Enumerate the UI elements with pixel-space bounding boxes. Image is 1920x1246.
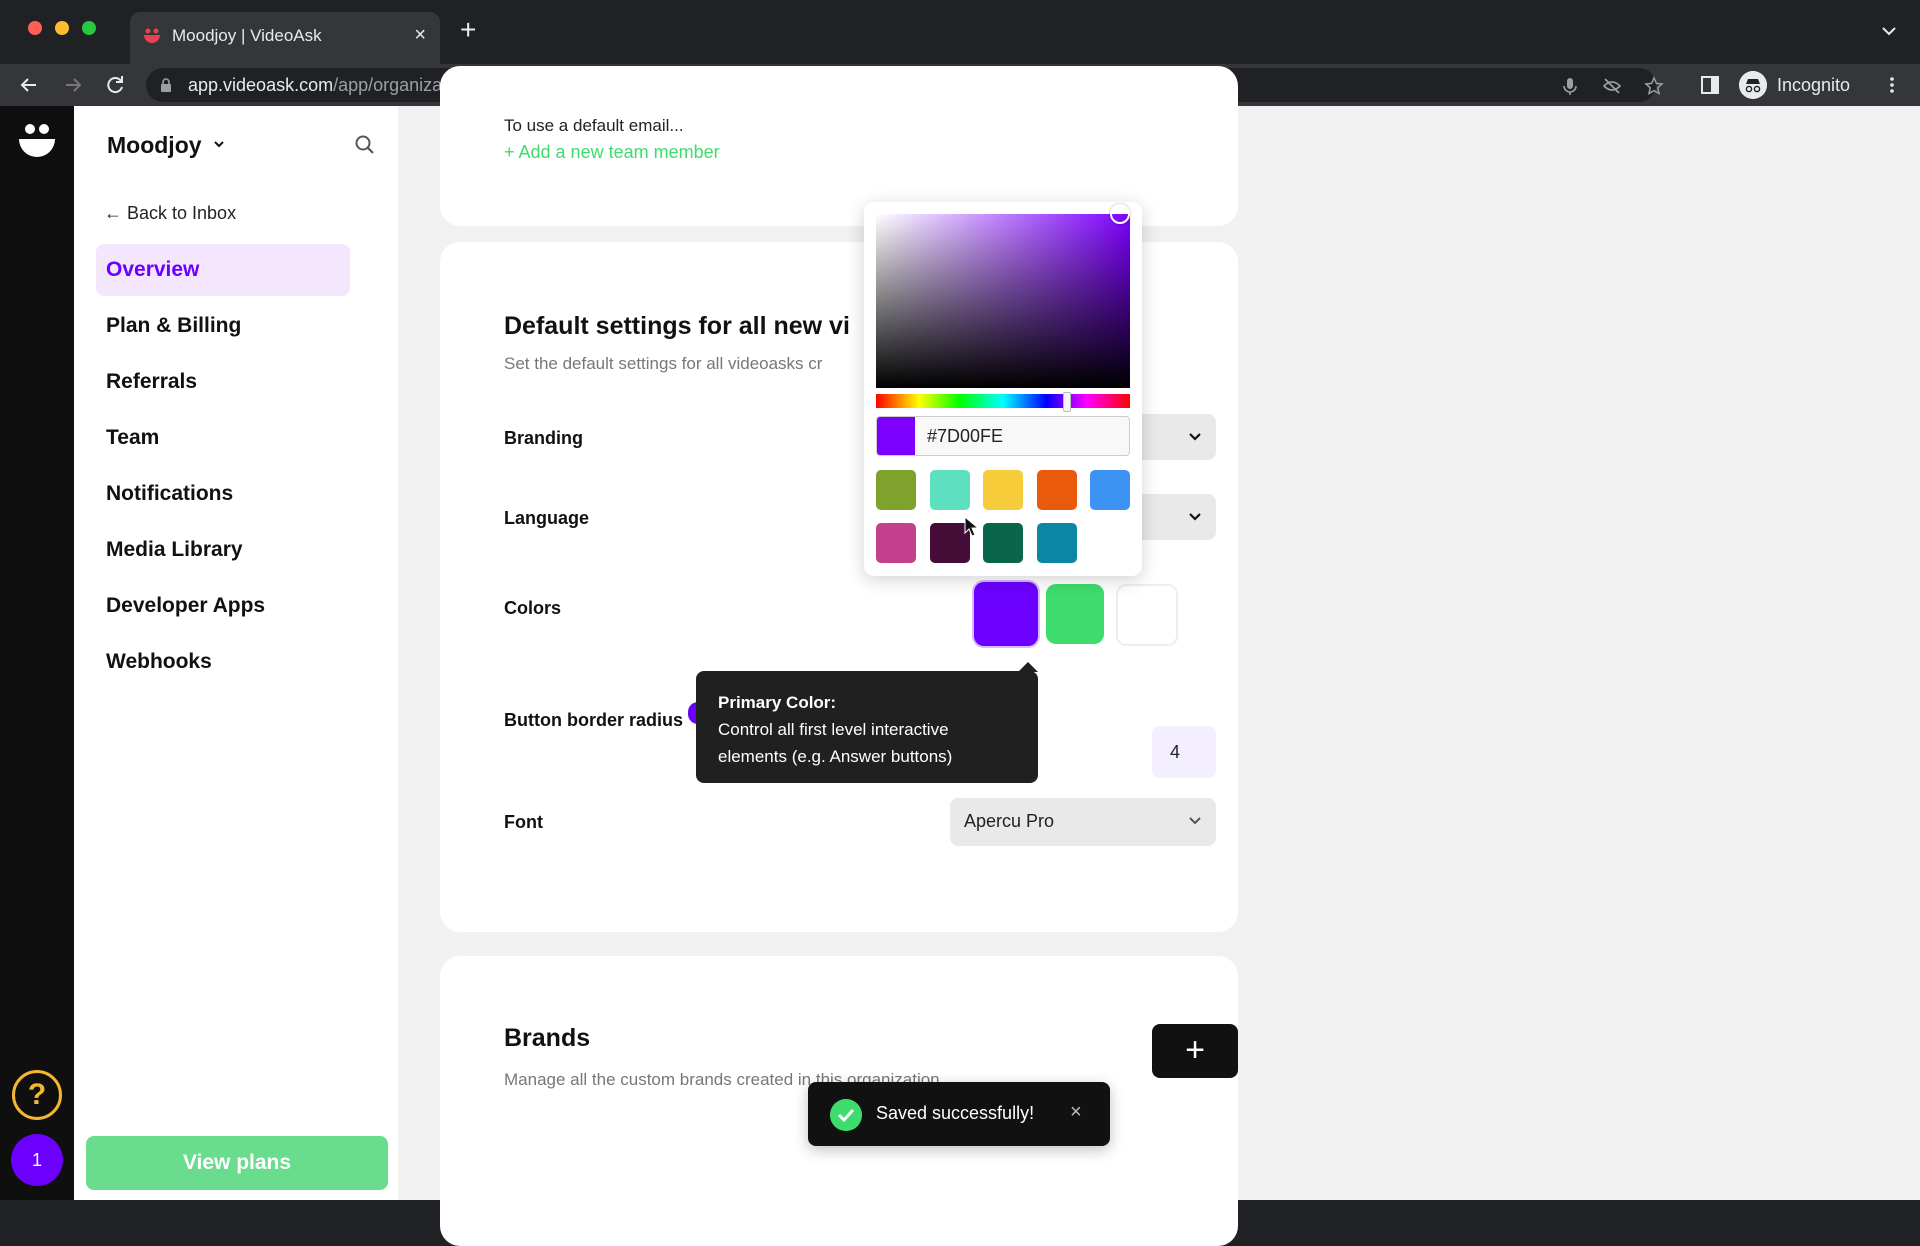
add-team-member-link[interactable]: + Add a new team member bbox=[504, 142, 720, 163]
hex-input[interactable] bbox=[927, 417, 1127, 455]
sidebar-item-referrals[interactable]: Referrals bbox=[96, 356, 350, 408]
back-arrow-icon[interactable] bbox=[16, 72, 42, 98]
incognito-label: Incognito bbox=[1777, 75, 1851, 95]
browser-tab-bar: Moodjoy | VideoAsk × + bbox=[0, 0, 1920, 64]
preset-color-swatch[interactable] bbox=[983, 523, 1023, 563]
preset-color-swatch[interactable] bbox=[876, 470, 916, 510]
preset-color-swatch[interactable] bbox=[1036, 470, 1077, 510]
chevron-down-icon[interactable] bbox=[212, 137, 226, 151]
secondary-color-swatch[interactable] bbox=[1046, 584, 1104, 644]
browser-menu-icon[interactable] bbox=[1882, 75, 1902, 95]
sidebar-item-media-library[interactable]: Media Library bbox=[96, 524, 350, 576]
default-settings-subtitle: Set the default settings for all videoas… bbox=[504, 354, 823, 373]
sidebar-item-notifications[interactable]: Notifications bbox=[96, 468, 350, 520]
sidebar-item-webhooks[interactable]: Webhooks bbox=[96, 636, 350, 688]
main-content: To use a default email... + Add a new te… bbox=[398, 66, 1920, 1246]
chevron-down-icon bbox=[1189, 513, 1201, 521]
add-brand-button[interactable]: + bbox=[1152, 1024, 1238, 1078]
preset-color-swatch[interactable] bbox=[1036, 523, 1077, 563]
org-switcher[interactable]: Moodjoy bbox=[107, 132, 202, 159]
check-circle-icon bbox=[830, 1099, 862, 1131]
sidebar-item-overview[interactable]: Overview bbox=[96, 244, 350, 296]
hex-field bbox=[876, 416, 1130, 456]
default-email-text: To use a default email... bbox=[504, 116, 684, 135]
saturation-value-area[interactable] bbox=[876, 214, 1130, 388]
app-root: ? 1 Moodjoy ← Back to Inbox Overview Pla… bbox=[0, 66, 1920, 1246]
branding-label: Branding bbox=[504, 428, 583, 448]
default-settings-title: Default settings for all new vi bbox=[504, 312, 850, 340]
chevron-down-icon bbox=[1189, 433, 1201, 441]
reload-icon[interactable] bbox=[102, 72, 128, 98]
font-label: Font bbox=[504, 812, 543, 832]
tooltip-body: Control all first level interactive elem… bbox=[718, 720, 953, 766]
microphone-icon[interactable] bbox=[1560, 76, 1580, 96]
back-to-inbox-link[interactable]: ← Back to Inbox bbox=[104, 203, 236, 224]
side-panel-icon[interactable] bbox=[1700, 75, 1720, 95]
window-minimize-button[interactable] bbox=[55, 21, 69, 35]
language-label: Language bbox=[504, 508, 590, 528]
user-avatar-badge[interactable]: 1 bbox=[11, 1134, 63, 1186]
preset-color-swatch[interactable] bbox=[1090, 470, 1130, 510]
settings-sidebar: Moodjoy ← Back to Inbox Overview Plan & … bbox=[74, 106, 398, 1200]
forward-arrow-icon[interactable] bbox=[60, 72, 86, 98]
saturation-handle[interactable] bbox=[1110, 204, 1130, 224]
incognito-profile-button[interactable]: Incognito bbox=[1735, 68, 1865, 102]
button-border-radius-label: Button border radius bbox=[504, 710, 683, 730]
lock-icon bbox=[161, 78, 171, 92]
search-icon[interactable] bbox=[354, 134, 376, 156]
view-plans-button[interactable]: View plans bbox=[86, 1136, 388, 1190]
preset-color-swatch[interactable] bbox=[876, 523, 916, 563]
success-toast: Saved successfully! × bbox=[808, 1082, 1110, 1146]
app-rail: ? 1 bbox=[0, 106, 74, 1200]
font-select[interactable]: Apercu Pro bbox=[950, 798, 1216, 846]
bookmark-star-icon[interactable] bbox=[1644, 76, 1664, 96]
sidebar-item-developer-apps[interactable]: Developer Apps bbox=[96, 580, 350, 632]
colors-label: Colors bbox=[504, 598, 562, 618]
font-select-value: Apercu Pro bbox=[964, 811, 1055, 831]
window-zoom-button[interactable] bbox=[82, 21, 96, 35]
new-tab-button[interactable]: + bbox=[460, 16, 476, 44]
chevron-down-icon bbox=[1189, 817, 1201, 825]
videoask-logo-icon[interactable] bbox=[16, 120, 58, 162]
sidebar-item-plan-billing[interactable]: Plan & Billing bbox=[96, 300, 350, 352]
preset-color-swatch[interactable] bbox=[983, 470, 1023, 510]
background-color-swatch[interactable] bbox=[1116, 584, 1178, 646]
incognito-icon bbox=[1739, 71, 1767, 99]
hue-slider[interactable] bbox=[876, 394, 1130, 408]
preset-color-swatch[interactable] bbox=[929, 470, 970, 510]
tab-search-chevron-icon[interactable] bbox=[1880, 22, 1898, 40]
help-button[interactable]: ? bbox=[12, 1070, 62, 1120]
hue-slider-handle[interactable] bbox=[1062, 392, 1071, 412]
eye-slash-icon[interactable] bbox=[1602, 76, 1622, 96]
current-color-chip bbox=[877, 417, 915, 455]
window-close-button[interactable] bbox=[28, 21, 42, 35]
tab-close-icon[interactable]: × bbox=[414, 24, 426, 47]
videoask-favicon-icon bbox=[144, 28, 160, 43]
brands-title: Brands bbox=[504, 1024, 591, 1052]
url-domain: app.videoask.com bbox=[188, 75, 334, 95]
sidebar-item-team[interactable]: Team bbox=[96, 412, 350, 464]
toast-close-icon[interactable]: × bbox=[1070, 1101, 1082, 1124]
color-picker-popover bbox=[864, 202, 1142, 576]
browser-tab[interactable]: Moodjoy | VideoAsk × bbox=[130, 12, 440, 64]
mouse-cursor-icon bbox=[964, 516, 980, 537]
tab-title: Moodjoy | VideoAsk bbox=[172, 26, 322, 45]
primary-color-swatch[interactable] bbox=[974, 582, 1038, 646]
tooltip-title: Primary Color: bbox=[718, 693, 837, 712]
primary-color-tooltip: Primary Color: Control all first level i… bbox=[696, 671, 1038, 783]
button-border-radius-input[interactable]: 4 bbox=[1152, 726, 1216, 778]
toast-message: Saved successfully! bbox=[876, 1103, 1035, 1123]
